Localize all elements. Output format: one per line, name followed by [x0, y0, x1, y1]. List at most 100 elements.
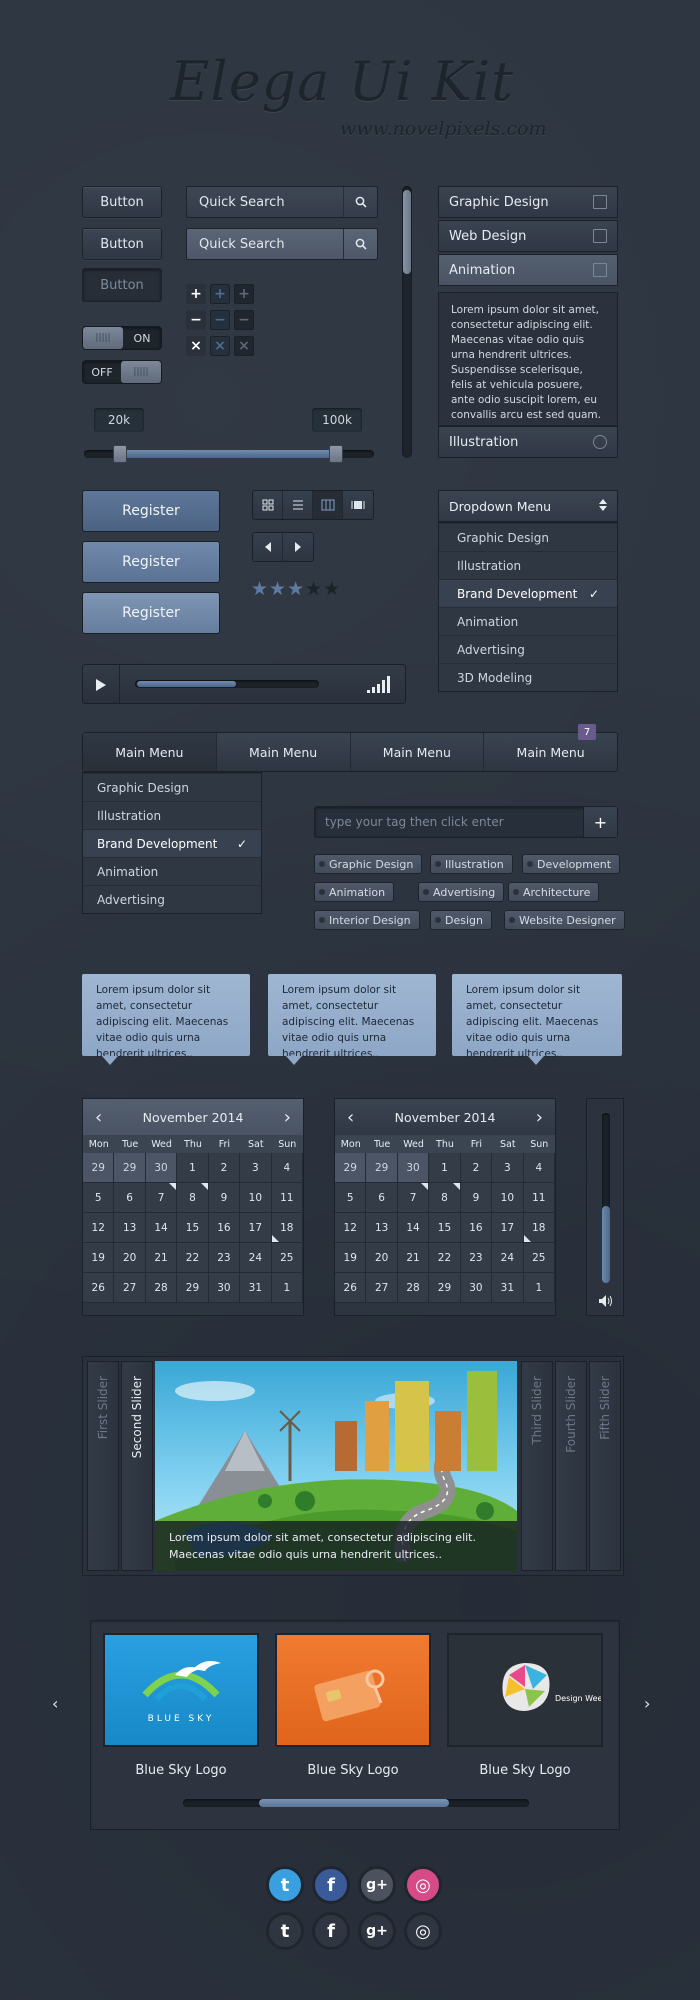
calendar-day[interactable]: 28	[145, 1273, 178, 1303]
tag[interactable]: Architecture	[508, 882, 600, 902]
toggle-off[interactable]: OFF |||||	[82, 360, 162, 384]
list-view-icon[interactable]	[283, 491, 313, 519]
star-icon[interactable]: ★	[287, 578, 305, 600]
calendar-day[interactable]: 3	[240, 1153, 272, 1183]
calendar-day[interactable]: 29	[335, 1153, 367, 1183]
main-menu-item[interactable]: Main Menu	[217, 733, 351, 771]
twitter-icon[interactable]: t	[266, 1912, 304, 1950]
columns-view-icon[interactable]	[313, 491, 343, 519]
accordion-item-illustration[interactable]: Illustration	[438, 426, 618, 458]
slider-tab[interactable]: Fourth Slider	[555, 1361, 587, 1571]
calendar-day[interactable]: 22	[429, 1243, 461, 1273]
calendar-day[interactable]: 1	[429, 1153, 461, 1183]
toggle-on[interactable]: ||||| ON	[82, 326, 162, 350]
dropdown-item[interactable]: Illustration	[439, 551, 617, 579]
grid-view-icon[interactable]	[253, 491, 283, 519]
calendar-day[interactable]: 12	[83, 1213, 115, 1243]
tag[interactable]: Graphic Design	[314, 854, 423, 874]
calendar-day[interactable]: 19	[83, 1243, 115, 1273]
calendar-day[interactable]: 27	[366, 1273, 398, 1303]
calendar-day[interactable]: 2	[208, 1153, 241, 1183]
button-hover[interactable]: Button	[82, 228, 162, 260]
plus-button[interactable]: +	[234, 284, 254, 304]
vertical-scrollbar[interactable]	[402, 186, 412, 458]
play-icon[interactable]	[95, 677, 107, 696]
calendar-day[interactable]: 9	[208, 1183, 241, 1213]
dropdown-menu-header[interactable]: Dropdown Menu	[438, 490, 618, 522]
twitter-icon[interactable]: t	[266, 1866, 304, 1904]
tag-input[interactable]: type your tag then click enter	[315, 815, 583, 829]
facebook-icon[interactable]: f	[312, 1912, 350, 1950]
calendar-day[interactable]: 7	[145, 1183, 178, 1213]
carousel-thumb[interactable]: Design Week	[447, 1633, 607, 1747]
calendar-day[interactable]: 29	[429, 1273, 461, 1303]
calendar-day[interactable]: 25	[523, 1243, 555, 1273]
calendar-day[interactable]: 28	[397, 1273, 430, 1303]
calendar-day[interactable]: 20	[366, 1243, 398, 1273]
calendar-day[interactable]: 7	[397, 1183, 430, 1213]
calendar-day[interactable]: 23	[208, 1243, 241, 1273]
star-icon[interactable]: ★	[269, 578, 287, 600]
calendar-day[interactable]: 22	[177, 1243, 209, 1273]
minus-button[interactable]: −	[234, 310, 254, 330]
slider-tab-active[interactable]: Second Slider	[121, 1361, 153, 1571]
tag[interactable]: Interior Design	[314, 910, 420, 930]
dropdown-item[interactable]: Brand Development ✓	[439, 579, 617, 607]
calendar-day[interactable]: 15	[429, 1213, 461, 1243]
submenu-item[interactable]: Animation	[83, 857, 261, 885]
calendar-day[interactable]: 27	[114, 1273, 146, 1303]
google-plus-icon[interactable]: g+	[358, 1866, 396, 1904]
calendar-day[interactable]: 30	[397, 1153, 430, 1183]
search-input-active[interactable]: Quick Search	[187, 237, 343, 252]
calendar-day[interactable]: 11	[271, 1183, 303, 1213]
calendar-day[interactable]: 23	[460, 1243, 493, 1273]
calendar-day[interactable]: 14	[397, 1213, 430, 1243]
close-button[interactable]: ×	[186, 336, 206, 356]
calendar-day[interactable]: 11	[523, 1183, 555, 1213]
calendar-day[interactable]: 18	[523, 1213, 555, 1243]
button-default[interactable]: Button	[82, 186, 162, 218]
register-button[interactable]: Register	[82, 490, 220, 532]
calendar-day[interactable]: 31	[240, 1273, 272, 1303]
submenu-item[interactable]: Graphic Design	[83, 773, 261, 801]
main-menu-item[interactable]: Main Menu	[351, 733, 485, 771]
tag[interactable]: Development	[522, 854, 621, 874]
star-rating[interactable]: ★★★★★	[251, 578, 341, 600]
calendar-day[interactable]: 29	[114, 1153, 146, 1183]
carousel-thumb[interactable]	[275, 1633, 431, 1747]
view-switch[interactable]	[252, 490, 374, 520]
calendar-day[interactable]: 3	[492, 1153, 524, 1183]
pager[interactable]	[252, 532, 314, 562]
tag-input-box[interactable]: type your tag then click enter +	[314, 806, 618, 838]
calendar-day[interactable]: 16	[208, 1213, 241, 1243]
carousel-scrollbar[interactable]	[183, 1799, 529, 1807]
calendar-day[interactable]: 10	[492, 1183, 524, 1213]
calendar-day[interactable]: 30	[208, 1273, 241, 1303]
calendar-day[interactable]: 9	[460, 1183, 493, 1213]
calendar-day[interactable]: 15	[177, 1213, 209, 1243]
tag[interactable]: Animation	[314, 882, 395, 902]
tag[interactable]: Design	[430, 910, 492, 930]
calendar-day[interactable]: 31	[492, 1273, 524, 1303]
plus-button[interactable]: +	[186, 284, 206, 304]
calendar-day[interactable]: 4	[271, 1153, 303, 1183]
dribbble-icon[interactable]: ◎	[404, 1866, 442, 1904]
calendar-day[interactable]: 30	[460, 1273, 493, 1303]
search-box-active[interactable]: Quick Search	[186, 228, 378, 260]
calendar-day[interactable]: 18	[271, 1213, 303, 1243]
dropdown-item[interactable]: Animation	[439, 607, 617, 635]
calendar-day[interactable]: 1	[523, 1273, 555, 1303]
toggle-knob[interactable]: |||||	[83, 327, 123, 349]
calendar-day[interactable]: 6	[114, 1183, 146, 1213]
calendar-day[interactable]: 1	[271, 1273, 303, 1303]
calendar-day[interactable]: 4	[523, 1153, 555, 1183]
range-handle-max[interactable]	[329, 445, 343, 463]
chevron-right-icon[interactable]: ›	[536, 1107, 543, 1128]
calendar-day[interactable]: 19	[335, 1243, 367, 1273]
calendar-day[interactable]: 10	[240, 1183, 272, 1213]
scrollbar-thumb[interactable]	[403, 190, 411, 274]
chevron-right-icon[interactable]: ›	[284, 1107, 291, 1128]
search-input[interactable]: Quick Search	[187, 195, 343, 210]
accordion-item-web-design[interactable]: Web Design	[438, 220, 618, 252]
accordion-item-animation[interactable]: Animation	[438, 254, 618, 286]
